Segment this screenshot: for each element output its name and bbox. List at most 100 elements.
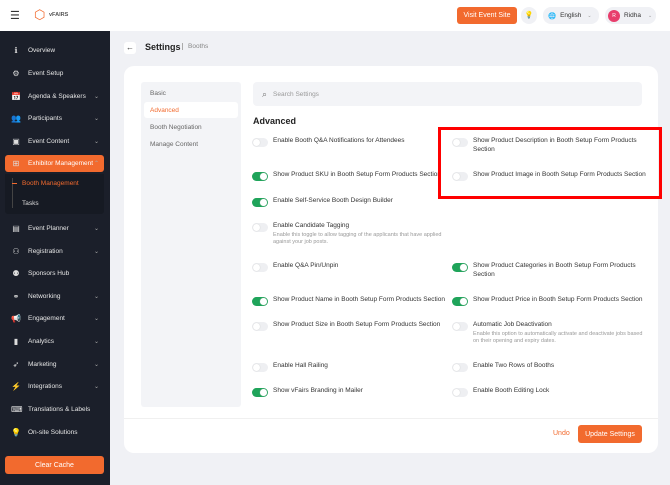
chevron-down-icon: ⌄ (93, 226, 99, 232)
sidebar-item-sponsors-hub[interactable]: ⚉ Sponsors Hub (5, 265, 104, 282)
toggle-label: Show Product Name in Booth Setup Form Pr… (273, 296, 448, 305)
toggle-label: Show Product SKU in Booth Setup Form Pro… (273, 171, 448, 180)
toggle-switch[interactable] (452, 322, 468, 331)
toggle-label: Enable Two Rows of Booths (473, 362, 648, 371)
submenu-tasks[interactable]: Tasks (22, 200, 39, 207)
lightbulb-icon[interactable]: 💡 (521, 7, 537, 24)
back-arrow-icon[interactable]: ← (124, 42, 136, 54)
toggle-label: Enable Candidate Tagging Enable this togg… (273, 222, 448, 247)
toggle-label: Show vFairs Branding in Mailer (273, 387, 448, 396)
chevron-down-icon: ⌄ (93, 116, 99, 122)
submenu-booth-management[interactable]: Booth Management (22, 180, 79, 187)
sidebar-item-label: Event Content (28, 138, 70, 145)
sidebar-item-integrations[interactable]: ⚡ Integrations ⌄ (5, 378, 104, 395)
sidebar-item-participants[interactable]: 👥 Participants ⌄ (5, 110, 104, 127)
chevron-down-icon: ⌄ (93, 339, 99, 345)
toggle-switch[interactable] (252, 263, 268, 272)
update-settings-button[interactable]: Update Settings (578, 425, 642, 443)
toggle-switch[interactable] (252, 363, 268, 372)
undo-button[interactable]: Undo (553, 430, 570, 437)
toggle-switch[interactable] (252, 223, 268, 232)
language-selector[interactable]: 🌐 English ⌄ (543, 7, 599, 24)
toggle-label-text: Show Product Price in Booth Setup Form P… (473, 296, 643, 303)
sidebar-item-on-site-solutions[interactable]: 💡 On-site Solutions (5, 424, 104, 441)
chevron-down-icon: ⌄ (93, 362, 99, 368)
sidebar-item-label: Exhibitor Management (28, 160, 94, 167)
agenda-speakers-icon: 📅 (11, 92, 21, 101)
toggle-switch[interactable] (452, 297, 468, 306)
overview-icon: ℹ (14, 46, 18, 55)
sidebar-item-marketing[interactable]: ➶ Marketing ⌄ (5, 356, 104, 373)
clear-cache-button[interactable]: Clear Cache (5, 456, 104, 474)
sidebar-item-label: Integrations (28, 383, 62, 390)
analytics-icon: ▮ (13, 337, 19, 346)
user-name: Ridha (624, 12, 641, 19)
toggle-switch[interactable] (252, 172, 268, 181)
toggle-label: Enable Booth Q&A Notifications for Atten… (273, 137, 448, 146)
toggle-description: Enable this toggle to allow tagging of t… (273, 231, 442, 246)
toggle-label-text: Show vFairs Branding in Mailer (273, 387, 363, 394)
footer-divider (124, 418, 658, 419)
networking-icon: ⚭ (12, 292, 20, 301)
globe-icon: 🌐 (548, 12, 557, 20)
sidebar-item-label: On-site Solutions (28, 429, 78, 436)
sidebar-item-agenda-speakers[interactable]: 📅 Agenda & Speakers ⌄ (5, 88, 104, 105)
top-header: ☰ ⬡ vFAIRS Visit Event Site 💡 🌐 English ⌄ … (0, 0, 670, 31)
sidebar-item-networking[interactable]: ⚭ Networking ⌄ (5, 288, 104, 305)
participants-icon: 👥 (11, 114, 21, 123)
brand-name: vFAIRS (49, 12, 69, 18)
sidebar-item-overview[interactable]: ℹ Overview (5, 42, 104, 59)
chevron-down-icon: ⌄ (93, 249, 99, 255)
search-input[interactable]: ⌕ Search Settings (253, 82, 642, 106)
toggle-label-text: Show Product Categories in Booth Setup F… (473, 262, 636, 278)
sidebar-item-engagement[interactable]: 📢 Engagement ⌄ (5, 310, 104, 327)
sidebar-item-exhibitor-management[interactable]: ⊞ Exhibitor Management ⌃ (5, 155, 104, 172)
event-content-icon: ▣ (12, 137, 20, 146)
chevron-down-icon: ⌄ (587, 12, 592, 19)
sidebar-item-event-planner[interactable]: ▤ Event Planner ⌄ (5, 220, 104, 237)
chevron-down-icon: ⌄ (93, 316, 99, 322)
sidebar-item-event-setup[interactable]: ⚙ Event Setup (5, 65, 104, 82)
toggle-label-text: Show Product Size in Booth Setup Form Pr… (273, 321, 441, 328)
hamburger-menu-icon[interactable]: ☰ (10, 9, 20, 22)
sidebar-item-registration[interactable]: ⚇ Registration ⌄ (5, 243, 104, 260)
translations-labels-icon: ⌨ (11, 405, 23, 414)
section-title: Advanced (253, 116, 297, 126)
avatar: R (608, 9, 620, 22)
toggle-label: Automatic Job Deactivation Enable this op… (473, 321, 648, 346)
sidebar-item-event-content[interactable]: ▣ Event Content ⌄ (5, 133, 104, 150)
settings-nav-booth-negotiation[interactable]: Booth Negotiation (150, 124, 202, 131)
toggle-label-text: Automatic Job Deactivation (473, 321, 552, 328)
toggle-switch[interactable] (452, 263, 468, 272)
engagement-icon: 📢 (11, 314, 21, 323)
sidebar-item-label: Analytics (28, 338, 55, 345)
integrations-icon: ⚡ (11, 382, 21, 391)
sidebar-item-label: Marketing (28, 361, 57, 368)
user-menu[interactable]: R Ridha ⌄ (605, 7, 656, 24)
toggle-switch[interactable] (252, 297, 268, 306)
sidebar-item-label: Translations & Labels (28, 406, 91, 413)
search-placeholder: Search Settings (273, 90, 319, 98)
toggle-switch[interactable] (252, 198, 268, 207)
vfairs-logo-icon: ⬡ (34, 7, 46, 22)
settings-nav-manage-content[interactable]: Manage Content (150, 141, 198, 148)
sidebar-item-label: Agenda & Speakers (28, 93, 86, 100)
visit-event-site-button[interactable]: Visit Event Site (457, 7, 517, 24)
toggle-switch[interactable] (452, 388, 468, 397)
sidebar-item-label: Engagement (28, 315, 65, 322)
sidebar-item-analytics[interactable]: ▮ Analytics ⌄ (5, 333, 104, 350)
chevron-up-icon: ⌃ (93, 161, 99, 167)
registration-icon: ⚇ (12, 247, 20, 256)
sidebar-item-label: Event Setup (28, 70, 64, 77)
toggle-switch[interactable] (452, 363, 468, 372)
toggle-switch[interactable] (252, 322, 268, 331)
settings-nav-advanced[interactable]: Advanced (144, 102, 238, 118)
toggle-label: Show Product Size in Booth Setup Form Pr… (273, 321, 448, 330)
toggle-label-text: Show Product SKU in Booth Setup Form Pro… (273, 171, 442, 178)
page-title: Settings (145, 42, 181, 52)
toggle-label: Show Product Categories in Booth Setup F… (473, 262, 648, 279)
settings-nav-basic[interactable]: Basic (150, 90, 166, 97)
toggle-switch[interactable] (252, 138, 268, 147)
toggle-switch[interactable] (252, 388, 268, 397)
sidebar-item-translations-labels[interactable]: ⌨ Translations & Labels (5, 401, 104, 418)
